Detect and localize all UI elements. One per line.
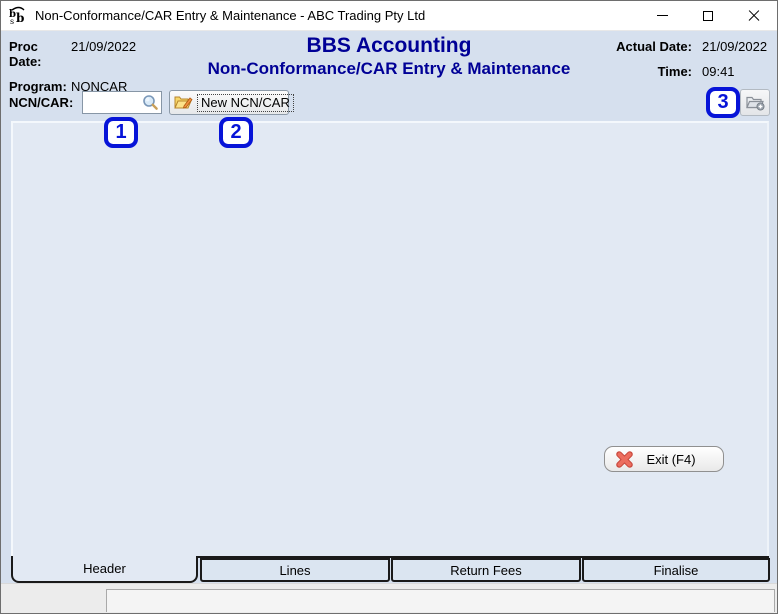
exit-button-label: Exit (F4) [633, 452, 709, 467]
maximize-button[interactable] [685, 1, 731, 30]
maximize-icon [703, 11, 713, 21]
actual-date-value: 21/09/2022 [702, 39, 768, 54]
app-window: b s b Non-Conformance/CAR Entry & Mainte… [0, 0, 778, 614]
red-cross-icon [616, 451, 633, 468]
tab-lines[interactable]: Lines [200, 558, 390, 582]
annotation-marker-1: 1 [104, 117, 138, 148]
actual-date-label: Actual Date: [616, 39, 692, 54]
header-center: BBS Accounting Non-Conformance/CAR Entry… [121, 34, 657, 79]
app-title: BBS Accounting [121, 34, 657, 58]
search-icon[interactable] [142, 94, 159, 111]
program-label: Program: [9, 79, 71, 94]
minimize-icon [657, 15, 668, 16]
proc-date-row: Proc Date: 21/09/2022 [9, 39, 136, 69]
svg-text:s: s [10, 17, 14, 26]
folder-plus-icon [746, 94, 765, 111]
window-controls [639, 1, 777, 30]
time-row: Time: 09:41 [616, 64, 768, 79]
time-value: 09:41 [702, 64, 768, 79]
actual-date-row: Actual Date: 21/09/2022 [616, 39, 768, 54]
tab-return-fees[interactable]: Return Fees [391, 558, 581, 582]
ncn-car-input[interactable] [83, 92, 142, 113]
tab-header[interactable]: Header [11, 556, 198, 583]
annotation-marker-2: 2 [219, 117, 253, 148]
minimize-button[interactable] [639, 1, 685, 30]
folder-edit-icon [174, 94, 193, 111]
bbs-logo-icon: b s b [8, 6, 28, 26]
status-strip [1, 583, 777, 613]
ncn-car-search-box [82, 91, 162, 114]
header-right: Actual Date: 21/09/2022 Time: 09:41 [616, 39, 768, 89]
annotation-marker-3: 3 [706, 87, 740, 118]
header-tab-panel: Exit (F4) [11, 121, 769, 558]
close-icon [748, 10, 760, 22]
svg-text:b: b [16, 11, 24, 25]
ncn-car-label: NCN/CAR: [9, 95, 73, 110]
tab-finalise[interactable]: Finalise [582, 558, 770, 582]
new-ncn-car-label: New NCN/CAR [197, 94, 294, 112]
time-label: Time: [658, 64, 692, 79]
exit-button[interactable]: Exit (F4) [604, 446, 724, 472]
title-bar: b s b Non-Conformance/CAR Entry & Mainte… [1, 1, 777, 31]
new-ncn-car-button[interactable]: New NCN/CAR [169, 90, 289, 115]
add-folder-button[interactable] [740, 89, 770, 116]
window-title: Non-Conformance/CAR Entry & Maintenance … [35, 8, 425, 23]
close-button[interactable] [731, 1, 777, 30]
status-inner-panel [106, 589, 775, 612]
screen-title: Non-Conformance/CAR Entry & Maintenance [121, 58, 657, 79]
proc-date-label: Proc Date: [9, 39, 71, 69]
